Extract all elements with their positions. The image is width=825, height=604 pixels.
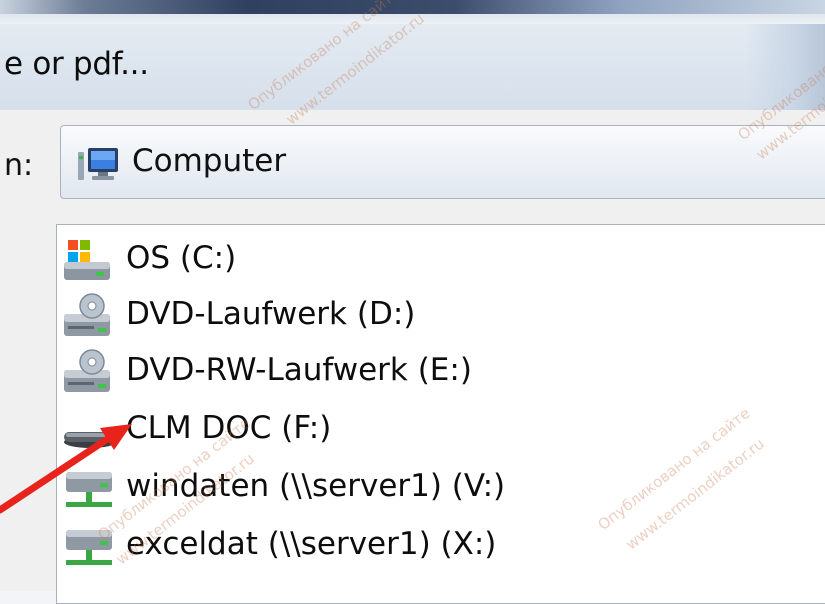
- list-item-drive-f[interactable]: CLM DOC (F:): [60, 402, 760, 458]
- dvd-drive-icon: [64, 293, 110, 336]
- look-in-value: Computer: [132, 143, 287, 179]
- window-title: e or pdf...: [4, 46, 149, 82]
- list-item-drive-x[interactable]: exceldat (\\server1) (X:): [60, 518, 760, 574]
- windows-drive-icon: [64, 240, 110, 280]
- list-item-drive-c[interactable]: OS (C:): [60, 232, 760, 288]
- drive-label: OS (C:): [126, 240, 237, 276]
- drive-label: exceldat (\\server1) (X:): [126, 526, 497, 562]
- annotation-arrow: [0, 424, 132, 514]
- list-item-drive-v[interactable]: windaten (\\server1) (V:): [60, 460, 760, 516]
- drive-label: DVD-RW-Laufwerk (E:): [126, 352, 472, 388]
- title-bar-controls-area: [745, 24, 825, 110]
- drive-label: DVD-Laufwerk (D:): [126, 296, 416, 332]
- look-in-label: n:: [4, 148, 34, 183]
- window-chrome-top: [0, 0, 825, 14]
- dvd-drive-icon: [64, 349, 110, 392]
- list-item-drive-d[interactable]: DVD-Laufwerk (D:): [60, 288, 760, 344]
- drive-label: windaten (\\server1) (V:): [126, 468, 506, 504]
- window-chrome-strip: [0, 14, 825, 24]
- list-item-drive-e[interactable]: DVD-RW-Laufwerk (E:): [60, 344, 760, 400]
- computer-icon: [78, 148, 118, 180]
